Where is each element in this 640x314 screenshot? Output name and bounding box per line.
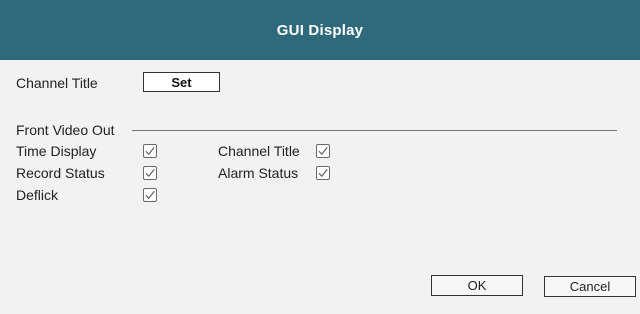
cancel-button[interactable]: Cancel <box>544 276 636 297</box>
alarm-status-checkbox[interactable] <box>316 166 330 180</box>
dialog-title: GUI Display <box>276 21 364 39</box>
channel-title-checkbox[interactable] <box>316 144 330 158</box>
time-display-label: Time Display <box>16 143 97 159</box>
check-icon <box>318 169 328 178</box>
time-display-checkbox[interactable] <box>143 144 157 158</box>
record-status-checkbox[interactable] <box>143 166 157 180</box>
deflick-label: Deflick <box>16 187 59 203</box>
front-video-out-label: Front Video Out <box>16 122 115 138</box>
check-icon <box>318 147 328 156</box>
check-icon <box>145 169 155 178</box>
record-status-label: Record Status <box>16 165 105 181</box>
dialog-titlebar: GUI Display <box>0 0 640 60</box>
check-icon <box>145 191 155 200</box>
ok-button[interactable]: OK <box>431 275 523 296</box>
gui-display-dialog: GUI Display Channel Title Set Front Vide… <box>0 0 640 314</box>
section-divider <box>132 130 617 131</box>
alarm-status-label: Alarm Status <box>218 165 299 181</box>
set-button[interactable]: Set <box>143 72 220 92</box>
check-icon <box>145 147 155 156</box>
channel-title-label: Channel Title <box>16 75 98 91</box>
channel-title-option-label: Channel Title <box>218 143 300 159</box>
deflick-checkbox[interactable] <box>143 188 157 202</box>
